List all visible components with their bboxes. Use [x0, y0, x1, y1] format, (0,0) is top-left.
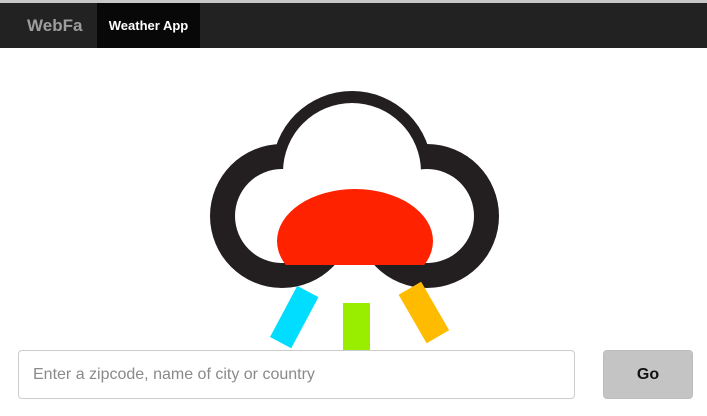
ray-orange-shape — [398, 281, 450, 344]
tab-weather-app[interactable]: Weather App — [97, 3, 200, 48]
ray-cyan-shape — [270, 285, 319, 349]
search-input[interactable] — [18, 350, 575, 399]
brand-link[interactable]: WebFa — [27, 3, 82, 48]
weather-logo-icon — [210, 91, 499, 355]
go-button[interactable]: Go — [603, 350, 693, 399]
ray-green-shape — [343, 303, 370, 355]
navbar: WebFa Weather App — [0, 3, 707, 48]
